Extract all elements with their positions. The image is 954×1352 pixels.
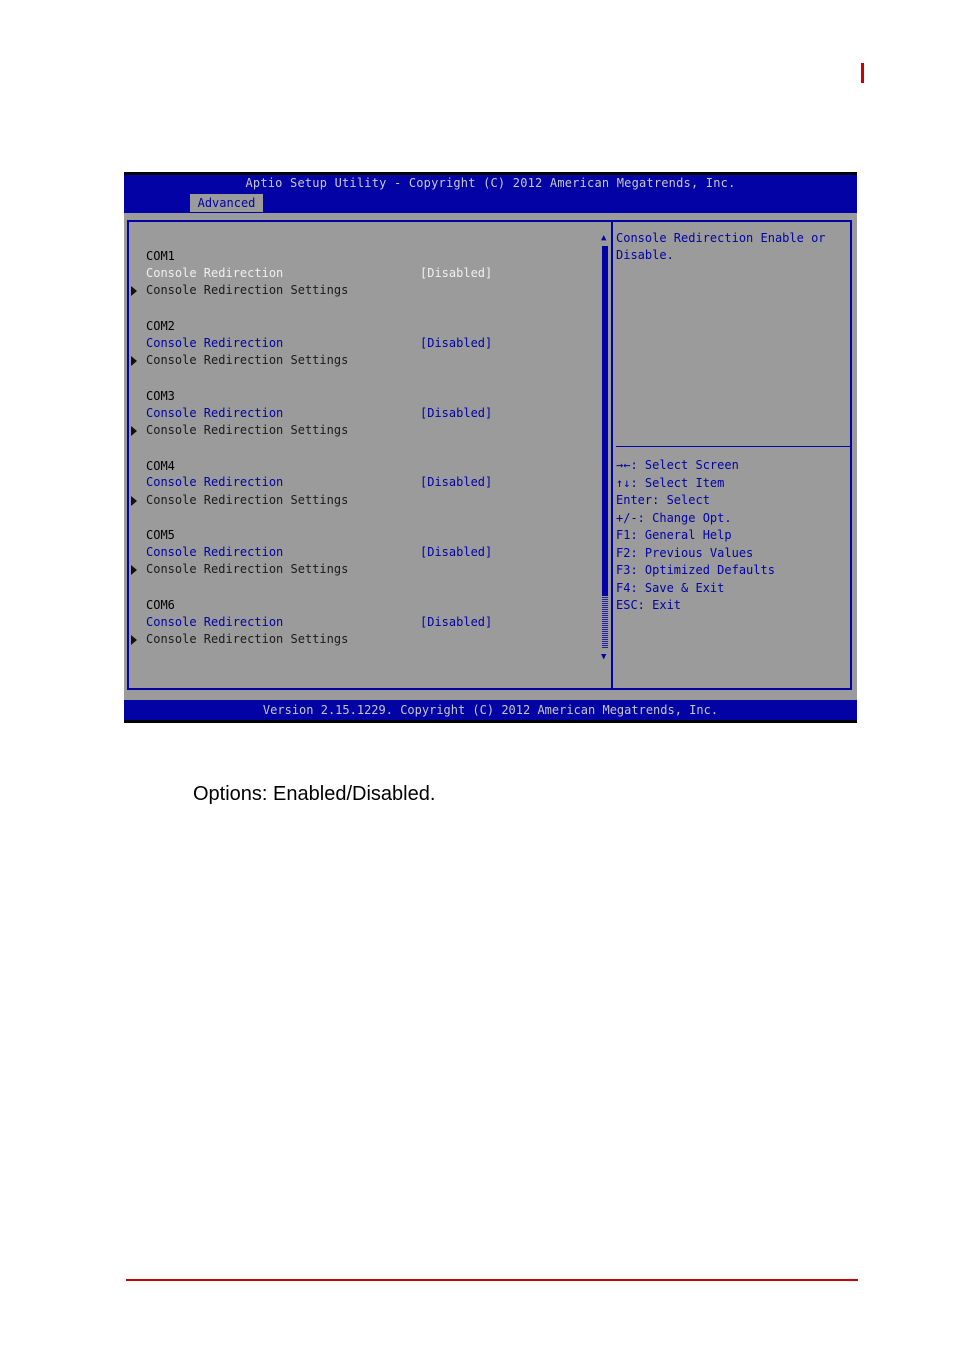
submenu-arrow-icon xyxy=(131,356,137,366)
submenu-arrow-icon xyxy=(131,286,137,296)
key-hint-enter: Enter: Select xyxy=(616,493,710,507)
console-redirection-value[interactable]: [Disabled] xyxy=(420,614,492,630)
port-heading: COM4 xyxy=(146,459,175,473)
console-redirection-item[interactable]: Console Redirection xyxy=(146,614,283,630)
key-hint-f4: F4: Save & Exit xyxy=(616,580,725,595)
submenu-arrow-icon xyxy=(131,565,137,575)
console-redirection-value[interactable]: [Disabled] xyxy=(420,474,492,490)
key-hint-f2: F2: Previous Values xyxy=(616,545,754,560)
key-hint-select-screen: →←: Select Screen xyxy=(616,458,739,472)
scrollbar-thumb[interactable] xyxy=(602,246,608,596)
key-hint-f3: F3: Optimized Defaults xyxy=(616,563,775,577)
console-redirection-settings-item[interactable]: Console Redirection Settings xyxy=(146,352,348,368)
console-redirection-value[interactable]: [Disabled] xyxy=(420,544,492,560)
console-redirection-settings-item[interactable]: Console Redirection Settings xyxy=(146,631,348,647)
scroll-up-icon[interactable]: ▲ xyxy=(601,233,606,243)
port-heading: COM2 xyxy=(146,319,175,333)
console-redirection-settings-item[interactable]: Console Redirection Settings xyxy=(146,492,348,508)
console-redirection-value[interactable]: [Disabled] xyxy=(420,405,492,421)
console-redirection-value[interactable]: [Disabled] xyxy=(420,335,492,351)
console-redirection-item[interactable]: Console Redirection xyxy=(146,474,283,490)
page-marker xyxy=(861,63,864,83)
port-heading: COM3 xyxy=(146,389,175,403)
bios-title: Aptio Setup Utility - Copyright (C) 2012… xyxy=(245,176,736,190)
footer-rule xyxy=(126,1279,858,1281)
console-redirection-settings-item[interactable]: Console Redirection Settings xyxy=(146,422,348,438)
help-separator xyxy=(616,446,850,447)
console-redirection-value[interactable]: [Disabled] xyxy=(420,265,492,281)
console-redirection-item[interactable]: Console Redirection xyxy=(146,265,283,281)
port-heading: COM1 xyxy=(146,249,175,263)
key-hint-esc: ESC: Exit xyxy=(616,598,682,612)
tab-advanced[interactable]: Advanced xyxy=(190,194,263,212)
bios-version-footer: Version 2.15.1229. Copyright (C) 2012 Am… xyxy=(262,703,719,717)
port-heading: COM5 xyxy=(146,528,175,542)
key-hint-select-item: ↑↓: Select Item xyxy=(616,475,725,490)
key-hint-f1: F1: General Help xyxy=(616,528,732,542)
console-redirection-settings-item[interactable]: Console Redirection Settings xyxy=(146,561,348,577)
panel-divider xyxy=(611,220,613,690)
submenu-arrow-icon xyxy=(131,635,137,645)
bottom-border xyxy=(124,720,857,723)
help-description-line: Console Redirection Enable or xyxy=(616,231,826,245)
help-description-line: Disable. xyxy=(616,248,674,262)
console-redirection-item[interactable]: Console Redirection xyxy=(146,405,283,421)
port-heading: COM6 xyxy=(146,598,175,612)
key-legend: →←: Select Screen ↑↓: Select Item Enter:… xyxy=(616,457,775,615)
bios-setup-screen: Aptio Setup Utility - Copyright (C) 2012… xyxy=(124,172,857,723)
console-redirection-settings-item[interactable]: Console Redirection Settings xyxy=(146,282,348,298)
scroll-down-icon[interactable]: ▼ xyxy=(601,652,606,662)
console-redirection-item[interactable]: Console Redirection xyxy=(146,544,283,560)
scrollbar-track[interactable] xyxy=(602,596,608,648)
key-hint-change-opt: +/-: Change Opt. xyxy=(616,510,732,525)
options-description: Options: Enabled/Disabled. xyxy=(193,783,436,805)
submenu-arrow-icon xyxy=(131,496,137,506)
submenu-arrow-icon xyxy=(131,426,137,436)
console-redirection-item[interactable]: Console Redirection xyxy=(146,335,283,351)
